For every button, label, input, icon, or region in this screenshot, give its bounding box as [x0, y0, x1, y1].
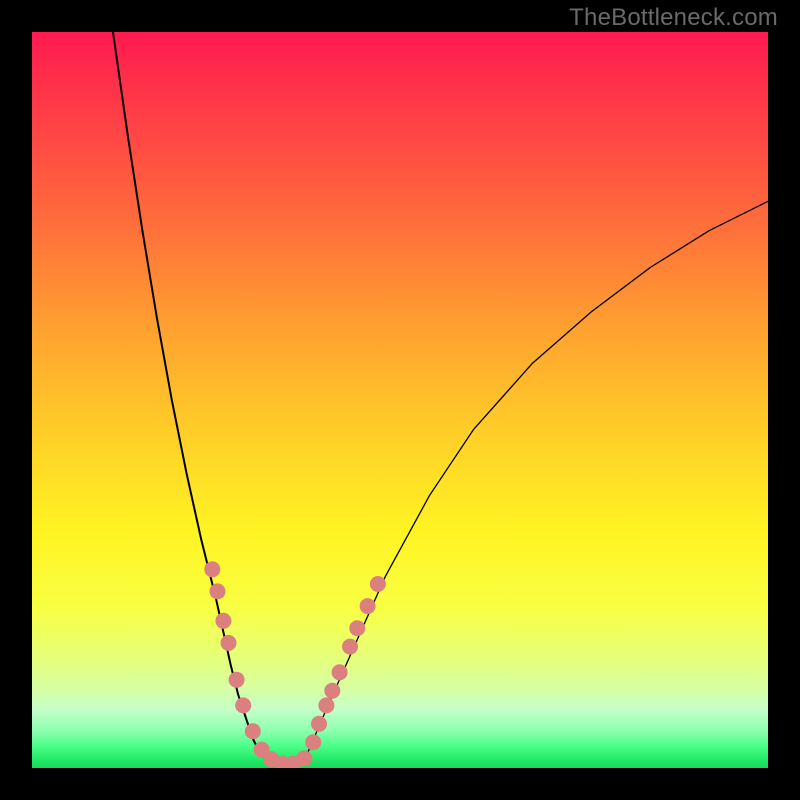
marker-dot [245, 723, 261, 739]
chart-svg [32, 32, 768, 768]
marker-underlay [212, 569, 378, 763]
marker-dot [229, 672, 245, 688]
marker-dot [210, 583, 226, 599]
curve-left-branch [113, 32, 304, 766]
marker-dot [305, 734, 321, 750]
marker-dot [296, 750, 312, 766]
marker-dot [221, 635, 237, 651]
marker-dot [370, 576, 386, 592]
plot-area [32, 32, 768, 768]
curve-right-branch [304, 201, 768, 760]
marker-dot [360, 598, 376, 614]
chart-frame: TheBottleneck.com [0, 0, 800, 800]
curves-group [113, 32, 768, 766]
marker-dot [204, 561, 220, 577]
marker-dot [332, 664, 348, 680]
marker-dot [311, 716, 327, 732]
marker-dot [215, 613, 231, 629]
marker-dot [324, 683, 340, 699]
marker-dot [349, 620, 365, 636]
marker-dot [318, 697, 334, 713]
marker-dot [235, 697, 251, 713]
marker-dot [342, 639, 358, 655]
watermark-text: TheBottleneck.com [569, 4, 778, 32]
